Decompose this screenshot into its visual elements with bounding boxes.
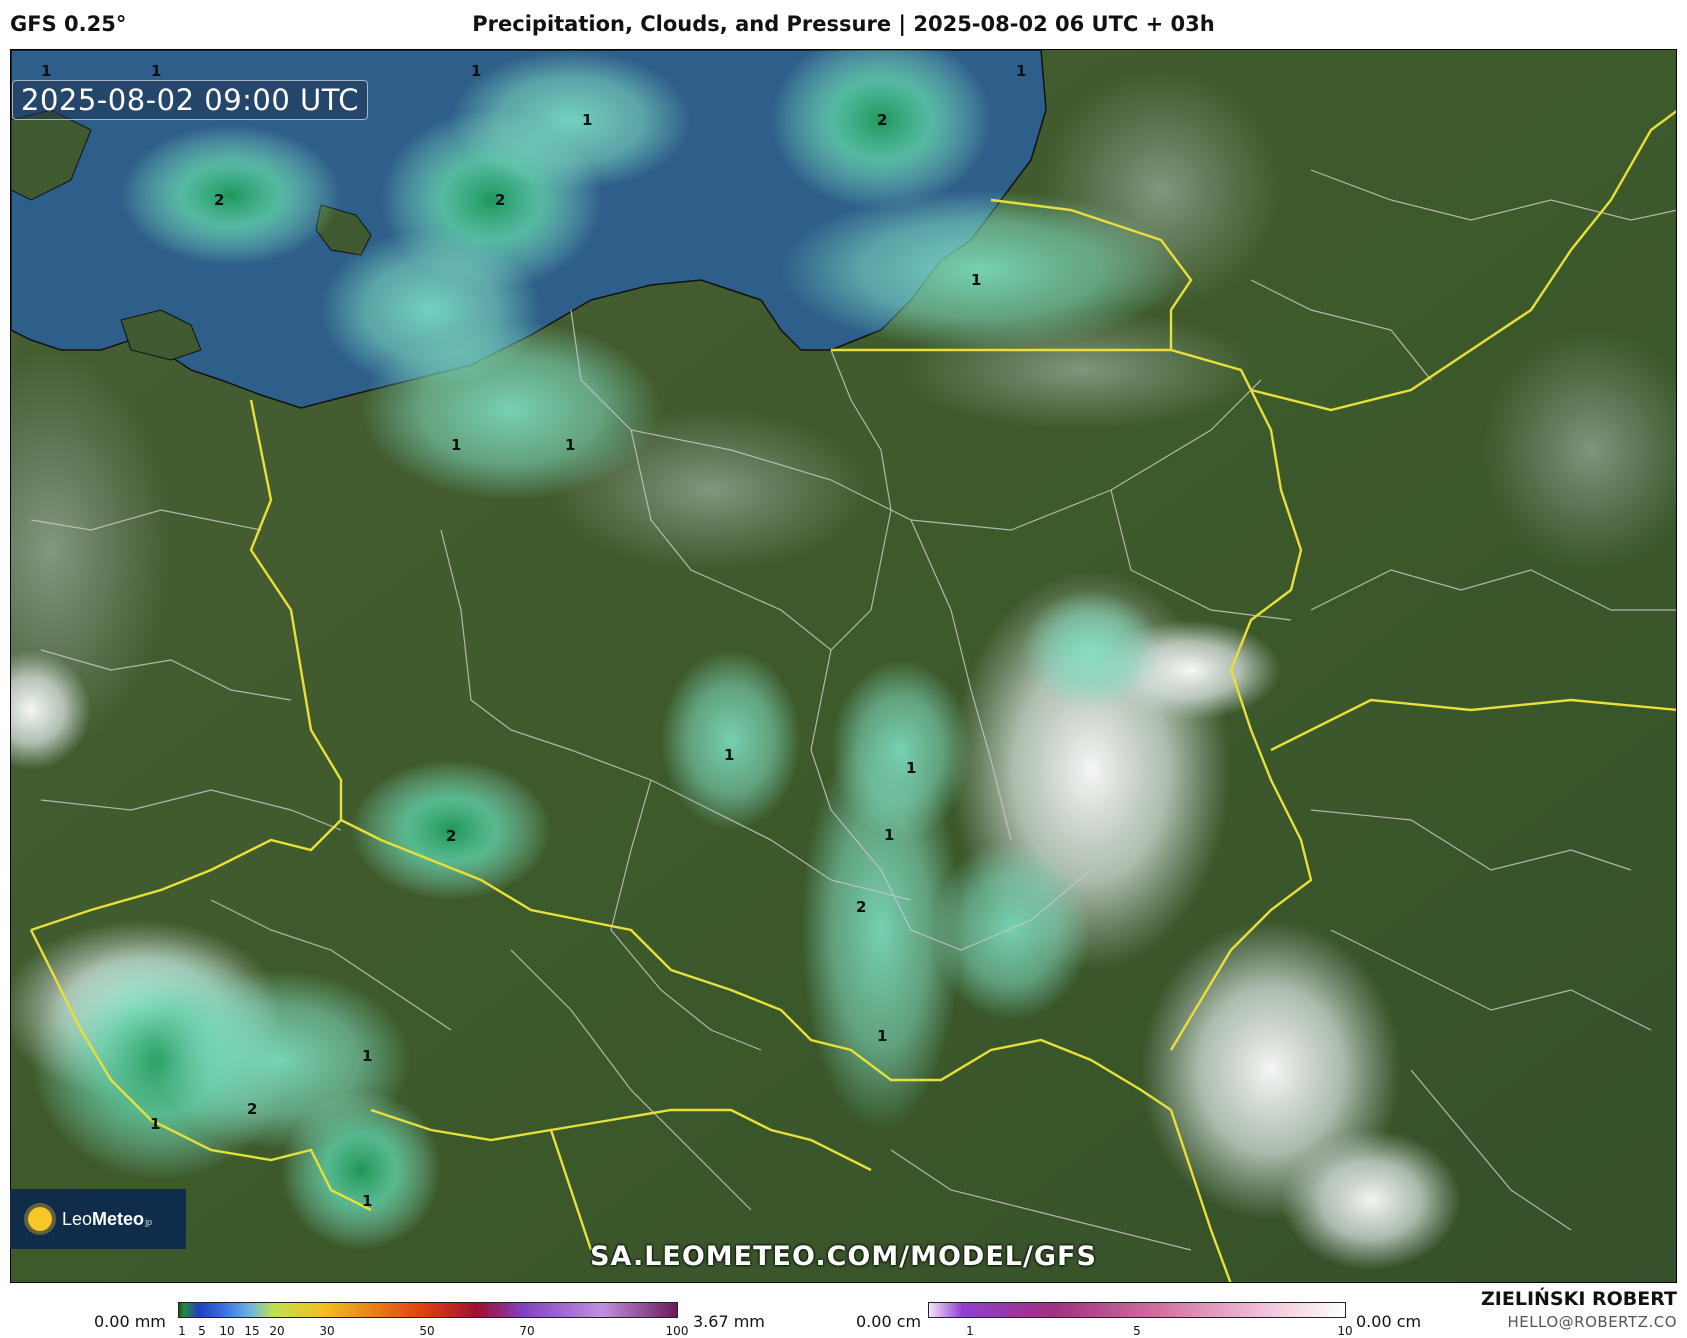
snow-min-label: 0.00 cm [856, 1312, 922, 1331]
chart-title: Precipitation, Clouds, and Pressure | 20… [472, 12, 1215, 36]
source-watermark: SA.LEOMETEO.COM/MODEL/GFS [590, 1241, 1097, 1272]
precip-label: 1 [724, 746, 734, 764]
snow-colorbar [928, 1302, 1346, 1318]
sun-icon [28, 1207, 52, 1231]
precip-tick: 20 [269, 1324, 285, 1338]
precip-label: 1 [884, 826, 894, 844]
precip-label: 1 [150, 1115, 160, 1133]
precip-tick: 100 [665, 1324, 689, 1338]
weather-map[interactable]: 1 1 1 1 1 2 2 2 1 1 1 1 1 2 1 2 1 1 2 1 … [10, 49, 1677, 1283]
precip-label: 2 [877, 111, 887, 129]
precip-tick: 70 [519, 1324, 535, 1338]
precip-max-label: 3.67 mm [693, 1312, 765, 1331]
precip-label: 1 [582, 111, 592, 129]
snow-tick: 1 [966, 1324, 974, 1338]
precip-label: 1 [451, 436, 461, 454]
precip-tick: 30 [319, 1324, 335, 1338]
precip-label: 1 [362, 1192, 372, 1210]
author-email[interactable]: HELLO@ROBERTZ.CO [1507, 1313, 1677, 1331]
precip-label: 1 [877, 1027, 887, 1045]
precip-min-label: 0.00 mm [94, 1312, 166, 1331]
precip-label: 1 [565, 436, 575, 454]
map-canvas: 1 1 1 1 1 2 2 2 1 1 1 1 1 2 1 2 1 1 2 1 … [11, 50, 1676, 1282]
precip-label: 1 [471, 62, 481, 80]
snow-tick: 10 [1337, 1324, 1353, 1338]
snow-tick: 5 [1133, 1324, 1141, 1338]
precip-colorbar [178, 1302, 678, 1318]
precip-label: 1 [971, 271, 981, 289]
precip-tick: 1 [178, 1324, 186, 1338]
precip-tick: 5 [198, 1324, 206, 1338]
precip-label: 1 [151, 62, 161, 80]
precip-label: 1 [362, 1047, 372, 1065]
precip-label: 1 [1016, 62, 1026, 80]
precip-label: 2 [214, 191, 224, 209]
snow-max-label: 0.00 cm [1356, 1312, 1422, 1331]
author-name: ZIELIŃSKI ROBERT [1481, 1288, 1677, 1310]
precip-tick: 50 [419, 1324, 435, 1338]
leometeo-logo[interactable]: LeoMeteojp [10, 1189, 186, 1249]
logo-text: LeoMeteojp [62, 1208, 153, 1229]
precip-label: 2 [446, 827, 456, 845]
precip-tick: 10 [219, 1324, 235, 1338]
precip-label: 2 [247, 1100, 257, 1118]
precip-label: 1 [41, 62, 51, 80]
precip-label: 2 [495, 191, 505, 209]
precip-label: 1 [906, 759, 916, 777]
precip-label: 2 [856, 898, 866, 916]
precip-tick: 15 [244, 1324, 260, 1338]
valid-time-badge: 2025-08-02 09:00 UTC [12, 80, 369, 120]
